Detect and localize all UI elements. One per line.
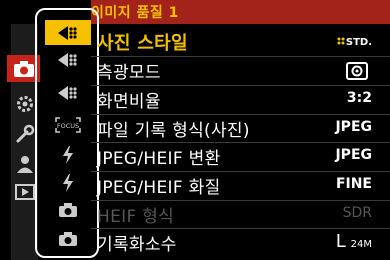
menu-item-file-format[interactable]: 파일 기록 형식(사진) JPEG — [91, 115, 390, 143]
menu-item-label: 사진 스타일 — [97, 33, 188, 54]
camera-others-2-icon — [59, 231, 77, 246]
menu-item-aspect-ratio[interactable]: 화면비율 3:2 — [91, 86, 390, 114]
menu-item-value: STD. — [336, 36, 372, 48]
category-setup-tab[interactable] — [11, 120, 38, 147]
menu-item-value: FINE — [335, 176, 372, 192]
menu-item-jpeg-heif-quality[interactable]: JPEG/HEIF 화질 FINE — [91, 172, 390, 200]
subtab-image-quality-2[interactable] — [45, 47, 91, 72]
menu-item-picture-size[interactable]: 기록화소수 L 24M — [91, 229, 390, 257]
subtab-image-quality-3[interactable] — [45, 80, 91, 105]
menu-item-value: JPEG — [335, 147, 372, 163]
subtab-flash[interactable] — [45, 142, 91, 167]
playback-icon — [14, 183, 35, 200]
flash-2-icon — [63, 173, 73, 192]
menu-item-label: JPEG/HEIF 변환 — [97, 149, 221, 169]
image-quality-1-icon — [58, 25, 77, 40]
menu-item-heif-format: HEIF 형식 SDR — [91, 201, 390, 229]
camera-others-1-icon — [59, 202, 77, 217]
menu-item-value — [346, 62, 368, 84]
camera-icon — [13, 60, 34, 77]
subtab-focus[interactable]: FOCUS — [45, 112, 91, 137]
subtab-image-quality-1[interactable] — [45, 20, 91, 45]
menu-item-metering-mode[interactable]: 측광모드 — [91, 57, 390, 85]
image-quality-2-icon — [58, 52, 77, 67]
wrench-icon — [16, 124, 34, 142]
menu-item-value: 3:2 — [346, 90, 372, 106]
menu-item-label: 화면비율 — [97, 92, 161, 112]
menu-page-title: 이미지 품질 1 — [91, 5, 179, 21]
menu-item-label: 측광모드 — [97, 63, 161, 83]
menu-item-jpeg-heif-switch[interactable]: JPEG/HEIF 변환 JPEG — [91, 143, 390, 171]
camera-menu-screen: 이미지 품질 1 FOCUS 사진 스타일 STD. 측광모드 화면비율 3:2… — [0, 0, 390, 260]
subtab-camera-others-1[interactable] — [45, 197, 91, 222]
category-photo-tab[interactable] — [7, 55, 40, 82]
menu-item-photo-style[interactable]: 사진 스타일 STD. — [91, 28, 390, 56]
menu-item-value: L 24M — [336, 231, 372, 252]
category-mymenu-tab[interactable] — [11, 150, 38, 177]
menu-item-label: HEIF 형식 — [97, 207, 175, 227]
picture-size-letter: L — [335, 231, 346, 252]
person-icon — [16, 155, 33, 173]
gear-icon — [16, 95, 33, 112]
menu-item-label: JPEG/HEIF 화질 — [97, 178, 221, 198]
category-playback-tab[interactable] — [11, 178, 38, 205]
focus-icon: FOCUS — [55, 116, 81, 133]
picture-size-megapixels: 24M — [350, 239, 372, 250]
metering-multi-icon — [346, 62, 368, 80]
image-quality-3-icon — [58, 85, 77, 100]
menu-item-label: 파일 기록 형식(사진) — [97, 121, 250, 141]
flash-icon — [63, 145, 73, 164]
subtab-flash-2[interactable] — [45, 170, 91, 195]
svg-text:FOCUS: FOCUS — [57, 122, 79, 130]
menu-item-label: 기록화소수 — [97, 235, 177, 255]
category-custom-tab[interactable] — [11, 90, 38, 117]
subtab-camera-others-2[interactable] — [45, 226, 91, 251]
menu-item-value: SDR — [342, 205, 372, 221]
menu-item-value: JPEG — [335, 119, 372, 135]
photo-style-standard-icon — [337, 37, 345, 45]
